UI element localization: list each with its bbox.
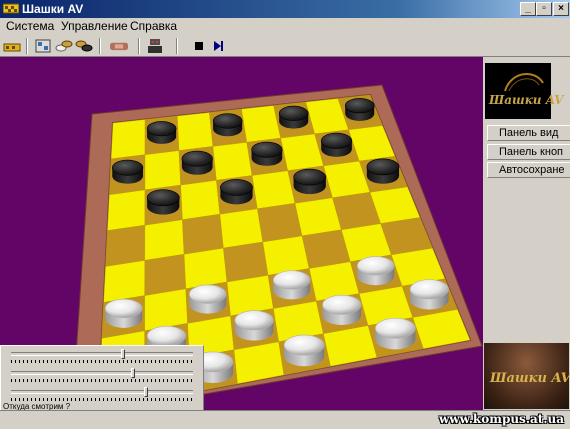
photo-logo-text: Шашки AV	[490, 371, 570, 386]
white-pieces-icon[interactable]	[55, 38, 73, 54]
right-panel: Шашки AV Панель вид Панель кноп Автосохр…	[483, 57, 570, 410]
board-square[interactable]	[262, 235, 310, 276]
logo-swirl-icon	[504, 73, 544, 92]
handshake-icon[interactable]	[110, 38, 128, 54]
white-piece[interactable]	[409, 279, 449, 310]
slider-ticks	[11, 379, 193, 382]
play-step-icon[interactable]	[209, 38, 227, 54]
menu-bar: Система Управление Справка	[0, 18, 570, 35]
panel-buttons-button[interactable]: Панель кноп	[487, 144, 570, 160]
status-bar: www.kompus.at.ua	[0, 410, 570, 429]
autosave-button[interactable]: Автосохране	[487, 162, 570, 178]
white-piece[interactable]	[356, 256, 395, 286]
close-button[interactable]: ×	[553, 2, 569, 16]
camera-slider-1[interactable]	[120, 349, 125, 359]
camera-slider-track	[11, 390, 193, 394]
toolbar-separator	[176, 38, 178, 54]
board-square[interactable]	[183, 247, 228, 290]
toolbar-separator	[26, 38, 28, 54]
black-piece[interactable]	[146, 121, 177, 144]
black-piece[interactable]	[278, 105, 309, 129]
board-square[interactable]	[103, 260, 146, 303]
new-game-icon[interactable]	[3, 38, 21, 54]
stop-icon[interactable]	[190, 38, 208, 54]
camera-slider-2[interactable]	[131, 368, 136, 378]
watermark: www.kompus.at.ua	[438, 412, 564, 426]
board-square[interactable]	[105, 224, 146, 267]
black-piece[interactable]	[366, 158, 400, 184]
camera-slider-3[interactable]	[144, 387, 148, 397]
title-bar: Шашки AV _ ▫ ×	[0, 0, 570, 18]
robot-icon[interactable]	[146, 38, 164, 54]
window-title: Шашки AV	[22, 2, 84, 16]
slider-ticks	[11, 398, 193, 401]
white-piece[interactable]	[283, 334, 325, 367]
board-square[interactable]	[144, 150, 181, 191]
menu-control[interactable]: Управление	[61, 19, 128, 33]
slider-ticks	[11, 360, 193, 363]
board-square[interactable]	[212, 142, 253, 181]
white-piece[interactable]	[322, 294, 362, 326]
board-square[interactable]	[223, 241, 269, 283]
toolbar-separator	[99, 38, 101, 54]
black-piece[interactable]	[111, 159, 144, 184]
checkers-app-icon	[3, 3, 19, 14]
board-square[interactable]	[257, 203, 303, 243]
board-square[interactable]	[144, 219, 185, 261]
black-piece[interactable]	[344, 98, 375, 121]
black-piece[interactable]	[220, 179, 253, 205]
app-logo: Шашки AV	[485, 63, 563, 119]
menu-system[interactable]: Система	[6, 19, 54, 33]
white-piece[interactable]	[188, 284, 227, 314]
black-piece[interactable]	[146, 189, 180, 215]
board-square[interactable]	[219, 208, 264, 249]
board-square[interactable]	[177, 112, 214, 151]
black-piece[interactable]	[293, 168, 327, 195]
toolbar-separator	[138, 38, 140, 54]
toolbar	[0, 35, 570, 57]
white-piece[interactable]	[374, 317, 416, 350]
camera-panel: Откуда смотрим ?	[0, 345, 204, 413]
board-square[interactable]	[251, 170, 296, 210]
black-pieces-icon[interactable]	[75, 38, 93, 54]
board-square[interactable]	[107, 189, 146, 231]
board-square[interactable]	[144, 254, 187, 296]
camera-slider-track	[11, 352, 193, 356]
black-piece[interactable]	[212, 113, 243, 137]
menu-help[interactable]: Справка	[130, 19, 177, 33]
white-piece[interactable]	[272, 270, 311, 300]
panel-view-button[interactable]: Панель вид	[487, 125, 570, 141]
white-piece[interactable]	[234, 310, 274, 341]
board-view-icon[interactable]	[34, 38, 52, 54]
black-piece[interactable]	[181, 150, 213, 175]
board-square[interactable]	[180, 180, 221, 220]
logo-photo: Шашки AV	[484, 343, 570, 409]
maximize-button[interactable]: ▫	[536, 2, 552, 16]
logo-text: Шашки AV	[489, 93, 564, 107]
board-square[interactable]	[182, 213, 224, 255]
camera-slider-track	[11, 371, 193, 375]
board-square[interactable]	[110, 119, 146, 160]
black-piece[interactable]	[320, 132, 353, 157]
black-piece[interactable]	[251, 141, 283, 166]
minimize-button[interactable]: _	[520, 2, 536, 16]
white-piece[interactable]	[104, 298, 143, 328]
